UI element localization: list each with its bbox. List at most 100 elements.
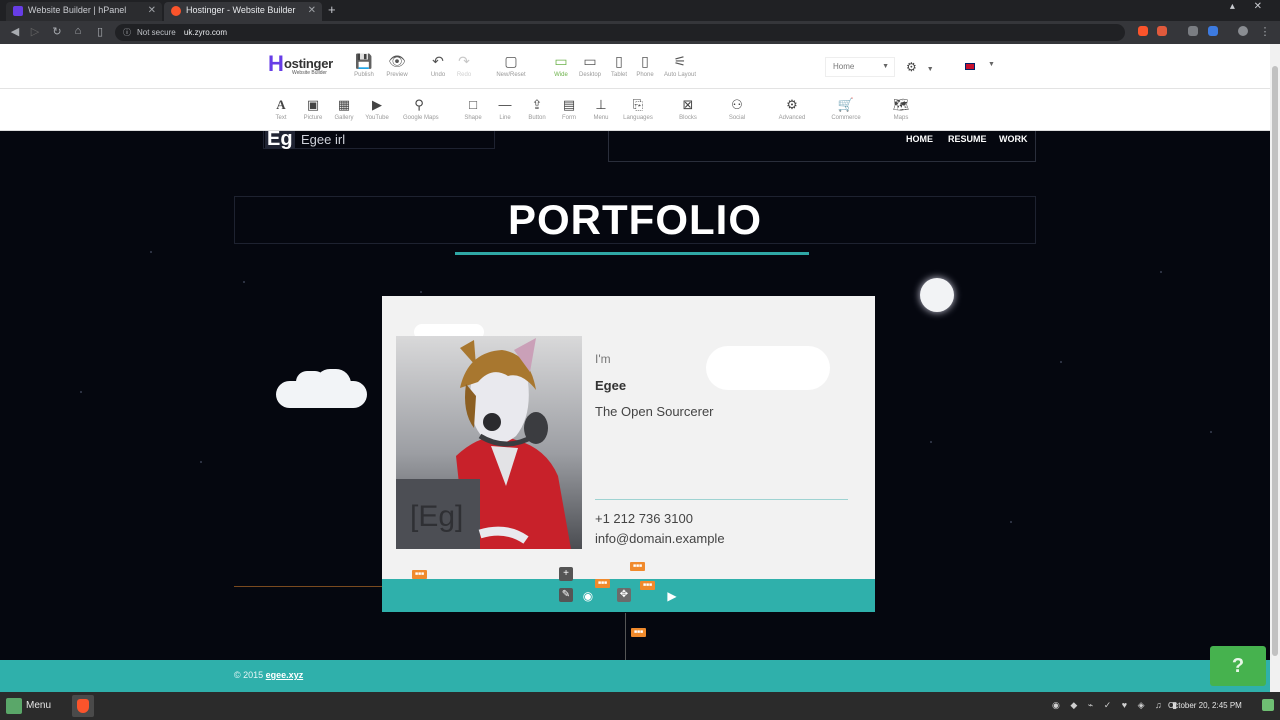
close-icon[interactable]: ✕ <box>308 2 316 19</box>
commerce-button[interactable]: 🛒 Commerce <box>830 96 862 121</box>
copyright-text[interactable]: © 2015 egee.xyz <box>234 670 303 680</box>
star <box>930 441 932 443</box>
form-label: Form <box>562 115 576 121</box>
profile-card[interactable]: [Eg] I'm Egee The Open Sourcerer +1 212 … <box>382 296 875 612</box>
blocks-button[interactable]: ⊠ Blocks <box>672 96 704 121</box>
add-form-button[interactable]: ▤ Form <box>553 96 585 121</box>
google-maps-label: Google Maps <box>403 115 439 121</box>
system-tray-icons[interactable]: ◉ ◆ ⌁ ✓ ♥ ◈ ♫ ▮ <box>1052 700 1181 711</box>
add-gallery-button[interactable]: ▦ Gallery <box>328 96 360 121</box>
site-logo[interactable]: Eg <box>265 131 295 149</box>
add-shape-button[interactable]: □ Shape <box>457 96 489 121</box>
site-footer[interactable]: © 2015 egee.xyz <box>0 660 1270 692</box>
window-controls[interactable]: ▴ ✕ <box>1230 1 1270 12</box>
maps-button[interactable]: 🗺 Maps <box>885 96 917 121</box>
add-button-button[interactable]: ⇪ Button <box>521 96 553 121</box>
settings-dropdown[interactable]: ⚙ ▼ <box>906 58 946 76</box>
rewards-icon[interactable] <box>1157 26 1167 36</box>
element-tag: ■■■ <box>630 562 646 571</box>
help-button[interactable]: ? <box>1210 646 1266 686</box>
tab-website-builder-hpanel[interactable]: Website Builder | hPanel ✕ <box>6 2 162 21</box>
notification-icon[interactable] <box>1262 699 1274 711</box>
add-icon[interactable]: + <box>559 567 573 581</box>
mint-logo-icon <box>6 698 22 714</box>
redo-button[interactable]: ↷ Redo <box>442 52 486 78</box>
brave-logo-icon <box>77 699 89 713</box>
profile-phone[interactable]: +1 212 736 3100 <box>595 511 693 526</box>
editor-canvas[interactable]: Eg Egee irl HOME RESUME WORK PORTFOLIO [… <box>0 131 1270 660</box>
profile-name[interactable]: Egee <box>595 378 626 393</box>
menu-icon: ⊥ <box>595 97 607 112</box>
bookmark-icon[interactable]: ▯ <box>93 25 107 38</box>
advanced-button[interactable]: ⚙ Advanced <box>776 96 808 121</box>
social-button[interactable]: ⚇ Social <box>721 96 753 121</box>
home-icon[interactable]: ⌂ <box>71 25 85 37</box>
advanced-label: Advanced <box>778 115 806 121</box>
clock[interactable]: October 20, 2:45 PM <box>1168 701 1242 710</box>
line-icon: — <box>498 97 512 112</box>
new-reset-button[interactable]: ▢ New/Reset <box>489 52 533 78</box>
url-field[interactable]: ⓘ Not secure uk.zyro.com <box>115 24 1125 41</box>
redo-label: Redo <box>456 72 472 78</box>
language-dropdown[interactable]: ▼ <box>958 58 998 76</box>
edit-pencil-icon[interactable]: ✎ <box>559 588 573 602</box>
fox-character-illustration: [Eg] <box>396 338 571 549</box>
button-icon: ⇪ <box>531 97 543 112</box>
intro-text[interactable]: I'm <box>595 352 611 366</box>
tab-hostinger-website-builder[interactable]: Hostinger - Website Builder ✕ <box>164 2 322 21</box>
eye-icon: 👁 <box>388 53 406 69</box>
languages-label: Languages <box>623 115 653 121</box>
github-icon[interactable]: ◉ <box>580 589 596 603</box>
security-info-icon[interactable]: ⓘ <box>123 28 131 37</box>
star <box>1060 361 1062 363</box>
gallery-icon: ▦ <box>337 97 351 112</box>
star <box>1010 521 1012 523</box>
extension-icon[interactable] <box>1188 26 1198 36</box>
profile-email[interactable]: info@domain.example <box>595 531 725 546</box>
add-text-button[interactable]: A Text <box>265 96 297 121</box>
gear-icon: ⚙ <box>906 60 917 74</box>
menu-dots-icon[interactable]: ⋮ <box>1258 25 1272 38</box>
form-icon: ▤ <box>562 97 576 112</box>
profile-picture[interactable]: [Eg] <box>396 336 582 549</box>
brave-browser-taskbar-icon[interactable] <box>72 695 94 717</box>
new-tab-plus-icon[interactable]: + <box>328 2 336 17</box>
blocks-label: Blocks <box>679 115 697 121</box>
add-youtube-button[interactable]: ▶ YouTube <box>361 96 393 121</box>
page-select[interactable]: Home ▼ <box>825 57 895 77</box>
start-menu-button[interactable]: Menu <box>4 696 51 716</box>
close-icon[interactable]: ✕ <box>148 2 156 19</box>
site-name[interactable]: Egee irl <box>301 132 345 147</box>
cloud-shape[interactable] <box>706 346 830 390</box>
add-google-maps-button[interactable]: ⚲ Google Maps <box>403 96 439 121</box>
social-icon: ⚇ <box>731 97 743 112</box>
commerce-label: Commerce <box>831 115 861 121</box>
preview-button[interactable]: 👁 Preview <box>375 52 419 78</box>
brave-shield-icon[interactable] <box>1138 26 1148 36</box>
reload-icon[interactable]: ↻ <box>50 25 64 38</box>
copyright-label: © 2015 <box>234 670 264 680</box>
add-languages-button[interactable]: ⎘ Languages <box>622 96 654 121</box>
page-title[interactable]: PORTFOLIO <box>234 197 1036 243</box>
add-picture-button[interactable]: ▣ Picture <box>297 96 329 121</box>
add-line-button[interactable]: — Line <box>489 96 521 121</box>
profile-tagline[interactable]: The Open Sourcerer <box>595 404 714 419</box>
move-icon[interactable]: ✥ <box>617 588 631 602</box>
back-arrow-icon[interactable]: ◀ <box>8 25 22 38</box>
youtube-icon[interactable]: ▶ <box>664 589 680 603</box>
auto-layout-button[interactable]: ⚟ Auto Layout <box>658 52 702 78</box>
extension-icon[interactable] <box>1208 26 1218 36</box>
card-divider-line[interactable] <box>595 499 848 500</box>
nav-work-link[interactable]: WORK <box>999 134 1028 144</box>
star <box>243 281 245 283</box>
nav-home-link[interactable]: HOME <box>906 134 933 144</box>
footer-link[interactable]: egee.xyz <box>266 670 304 680</box>
add-menu-button[interactable]: ⊥ Menu <box>585 96 617 121</box>
nav-resume-link[interactable]: RESUME <box>948 134 987 144</box>
profile-icon[interactable] <box>1238 26 1248 36</box>
blocks-icon: ⊠ <box>682 97 694 112</box>
scrollbar-thumb[interactable] <box>1272 66 1278 656</box>
forward-arrow-icon[interactable]: ▷ <box>28 25 42 38</box>
moon-shape[interactable] <box>920 278 954 312</box>
element-tag: ■■■ <box>412 570 428 579</box>
